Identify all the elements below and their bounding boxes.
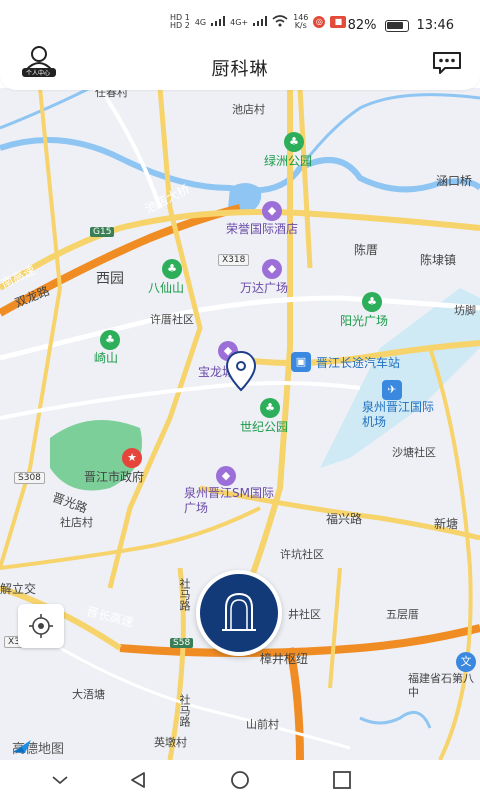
app-header: 个人中心 厨科琳 (0, 40, 480, 90)
hotel-icon: ◆ (262, 201, 282, 221)
recents-square-icon (333, 771, 351, 789)
battery-icon (384, 19, 409, 32)
status-left: HD 1 HD 2 4G 4G+ 146 K/s ◎ ■ (170, 14, 347, 30)
bus-station-icon: ▣ (291, 352, 311, 372)
chat-bubble-icon (433, 52, 461, 74)
signal-bars-icon (211, 16, 226, 28)
app-notification-icon: ◎ (313, 16, 326, 28)
message-button[interactable] (432, 50, 462, 76)
map-label-s58: S58 (170, 638, 194, 648)
map-label-hankou: 涵口桥 (436, 174, 473, 188)
map-label-yingdun: 英墩村 (154, 736, 187, 749)
map-label-shima2: 社马路 (178, 694, 191, 727)
nav-collapse-button[interactable] (50, 770, 70, 790)
chevron-down-icon (52, 776, 68, 785)
map-label-shanqian: 山前村 (246, 718, 279, 731)
century-park-icon: ♣ (260, 398, 280, 418)
map-label-xucuo: 许厝社区 (150, 313, 194, 326)
map-label-zhangjing: 樟井枢纽 (260, 652, 309, 666)
home-circle-icon (231, 771, 249, 789)
map-label-jieli: 解立交 (0, 582, 37, 596)
sim2-label: HD 2 (170, 21, 190, 30)
system-nav-bar (0, 760, 480, 800)
map-label-bus: 晋江长途汽车站 (316, 356, 401, 370)
park-icon: ♣ (284, 132, 304, 152)
hill-park-icon: ♣ (100, 330, 120, 350)
map-label-sm: 泉州晋江SM国际广场 (184, 486, 274, 515)
map-label-g15: G15 (90, 227, 115, 237)
map-label-rongyu: 荣誉国际酒店 (226, 222, 299, 236)
map-label-chidiancun: 池店村 (232, 103, 265, 116)
app-root: HD 1 HD 2 4G 4G+ 146 K/s ◎ ■ 82% 13:46 个… (0, 0, 480, 800)
bell-icon (222, 592, 256, 631)
map-label-wanda: 万达广场 (240, 281, 289, 295)
map-label-chencuo: 陈厝 (354, 243, 379, 257)
government-icon: ★ (122, 448, 142, 468)
clock: 13:46 (416, 18, 454, 33)
map-view[interactable]: 任春村 池店村 ♣ 绿洲公园 涵口桥 池店大桥 G15 ◆ 荣誉国际酒店 陈厝 … (0, 88, 480, 760)
status-bar: HD 1 HD 2 4G 4G+ 146 K/s ◎ ■ 82% 13:46 (0, 0, 480, 40)
location-pin-icon[interactable] (224, 350, 258, 394)
sm-mall-icon: ◆ (216, 466, 236, 486)
school-icon: 文 (456, 652, 476, 672)
back-triangle-icon (131, 772, 145, 788)
net-speed-unit: K/s (294, 21, 307, 30)
nav-recents-button[interactable] (332, 770, 352, 790)
nav-home-button[interactable] (230, 770, 250, 790)
map-label-fuxing: 福兴路 (326, 512, 363, 526)
signal-bars-icon-2 (253, 16, 268, 28)
page-title: 厨科琳 (211, 59, 269, 80)
map-label-gov: 晋江市政府 (84, 470, 145, 484)
mall-icon: ◆ (262, 259, 282, 279)
map-label-shijipark: 世纪公园 (240, 420, 289, 434)
map-label-s308: S308 (14, 472, 45, 484)
amap-logo-icon (13, 740, 31, 753)
map-label-fangshan: 坊脚 (454, 304, 476, 317)
map-label-dacheng: 大浯塘 (72, 688, 105, 701)
news-notification-icon: ■ (330, 16, 347, 28)
map-label-xukeng: 许坑社区 (280, 548, 324, 561)
mountain-park-icon: ♣ (162, 259, 182, 279)
map-label-baxianshan: 八仙山 (148, 281, 185, 295)
map-label-x318: X318 (218, 254, 250, 266)
wifi-icon (272, 15, 288, 29)
map-label-chentou: 陈埭镇 (420, 253, 457, 267)
signal-label-2: 4G+ (230, 17, 249, 27)
signal-label-1: 4G (194, 17, 207, 27)
net-speed: 146 K/s (293, 14, 308, 30)
map-label-shecuo: 社店村 (60, 516, 93, 529)
map-label-jingshe: 井社区 (288, 608, 321, 621)
map-label-yangguang: 阳光广场 (340, 314, 389, 328)
map-label-shatang: 沙塘社区 (392, 446, 436, 459)
map-label-qishan: 崎山 (94, 351, 119, 365)
battery-percent: 82% (347, 18, 377, 33)
nav-back-button[interactable] (128, 770, 148, 790)
crosshair-icon (29, 614, 53, 638)
map-label-lvzhou: 绿洲公园 (264, 154, 313, 168)
main-action-button[interactable] (196, 570, 282, 656)
airport-icon: ✈ (382, 380, 402, 400)
map-label-xiyuan: 西园 (96, 271, 124, 287)
status-right: 82% 13:46 (348, 18, 454, 33)
sim-indicators: HD 1 HD 2 (170, 14, 190, 30)
map-label-xintang: 新塘 (434, 517, 459, 531)
locate-me-button[interactable] (18, 604, 64, 648)
square-park-icon: ♣ (362, 292, 382, 312)
map-label-school: 福建省石第八中 (408, 672, 474, 699)
map-label-wuceng: 五层厝 (386, 608, 419, 621)
map-label-shima: 社马路 (178, 578, 191, 611)
map-label-airport: 泉州晋江国际机场 (362, 400, 435, 429)
map-brand: 高德地图 (12, 738, 64, 757)
